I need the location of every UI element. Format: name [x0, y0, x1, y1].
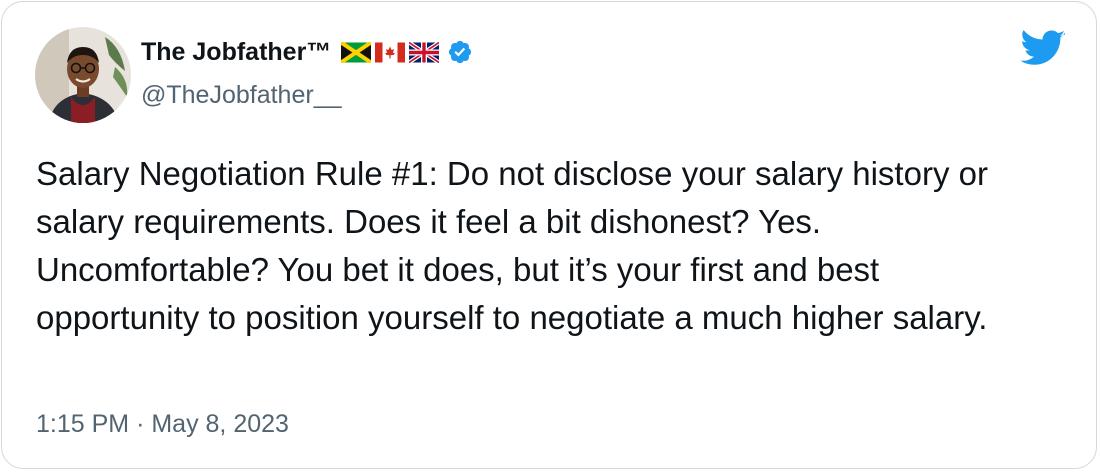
tweet-text: Salary Negotiation Rule #1: Do not discl… — [36, 155, 988, 336]
tweet-card[interactable]: The Jobfather™ @TheJobfather__ Salary Ne… — [1, 1, 1097, 469]
tweet-time: 1:15 PM — [36, 410, 130, 438]
timestamp-separator: · — [136, 410, 145, 438]
avatar-image — [35, 27, 131, 123]
canada-flag-icon — [375, 42, 406, 63]
flag-emoji-group — [341, 41, 440, 63]
uk-flag-icon — [409, 41, 440, 63]
twitter-bird-icon[interactable] — [1020, 30, 1066, 68]
jamaica-flag-icon — [341, 41, 372, 63]
author-handle[interactable]: @TheJobfather__ — [141, 81, 342, 110]
tweet-timestamp[interactable]: 1:15 PM · May 8, 2023 — [36, 410, 289, 439]
author-name-row: The Jobfather™ — [141, 32, 473, 72]
tweet-date: May 8, 2023 — [151, 410, 289, 438]
author-display-name[interactable]: The Jobfather™ — [141, 38, 331, 67]
avatar[interactable] — [35, 27, 131, 123]
verified-badge-icon[interactable] — [447, 39, 473, 65]
